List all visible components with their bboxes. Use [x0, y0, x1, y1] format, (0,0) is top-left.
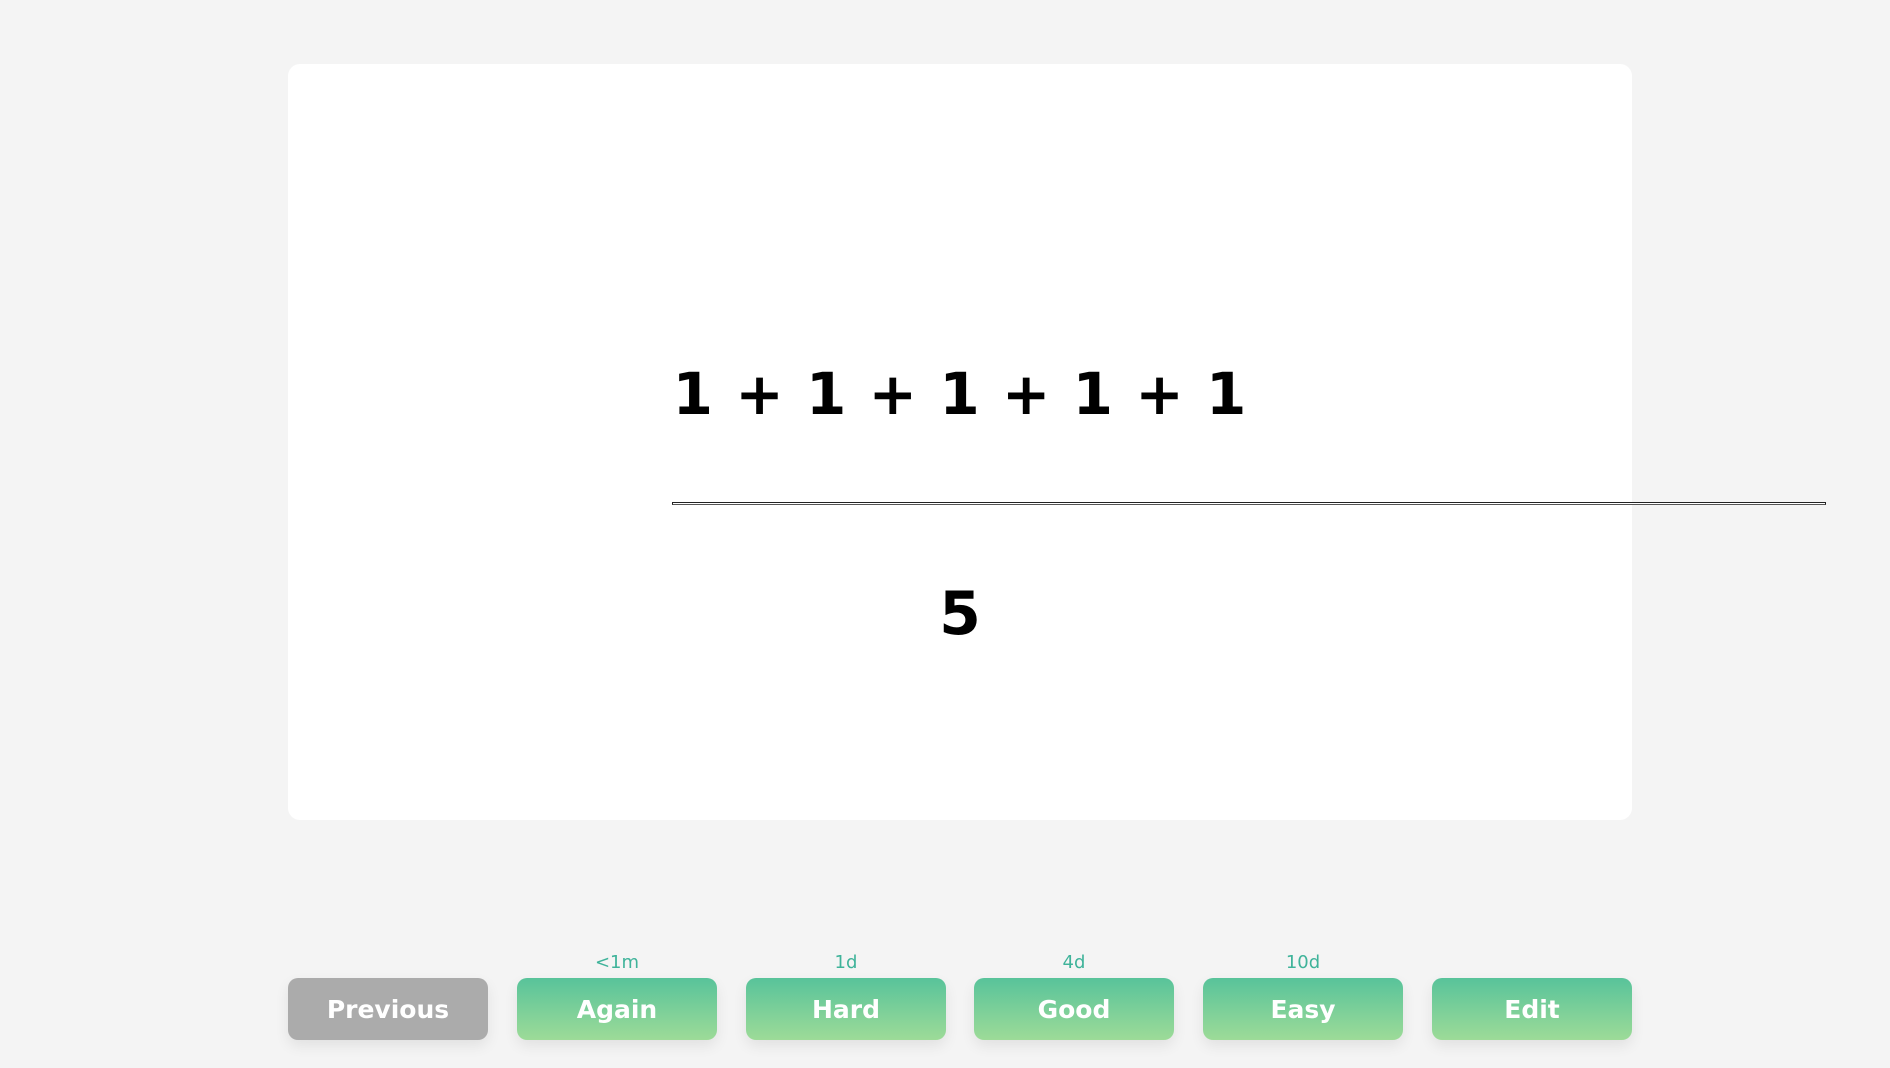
good-interval: 4d [1062, 952, 1086, 973]
flashcard: 1 + 1 + 1 + 1 + 1 5 [288, 64, 1826, 820]
question-answer-divider [672, 502, 1826, 505]
easy-button[interactable]: Easy [1203, 978, 1403, 1040]
again-interval: <1m [594, 952, 640, 973]
good-button[interactable]: Good [974, 978, 1174, 1040]
card-question: 1 + 1 + 1 + 1 + 1 [672, 360, 1248, 428]
hard-button[interactable]: Hard [746, 978, 946, 1040]
edit-button[interactable]: Edit [1432, 978, 1632, 1040]
easy-interval: 10d [1285, 952, 1321, 973]
hard-interval: 1d [834, 952, 858, 973]
again-button[interactable]: Again [517, 978, 717, 1040]
card-answer: 5 [939, 579, 981, 649]
previous-button[interactable]: Previous [288, 978, 488, 1040]
